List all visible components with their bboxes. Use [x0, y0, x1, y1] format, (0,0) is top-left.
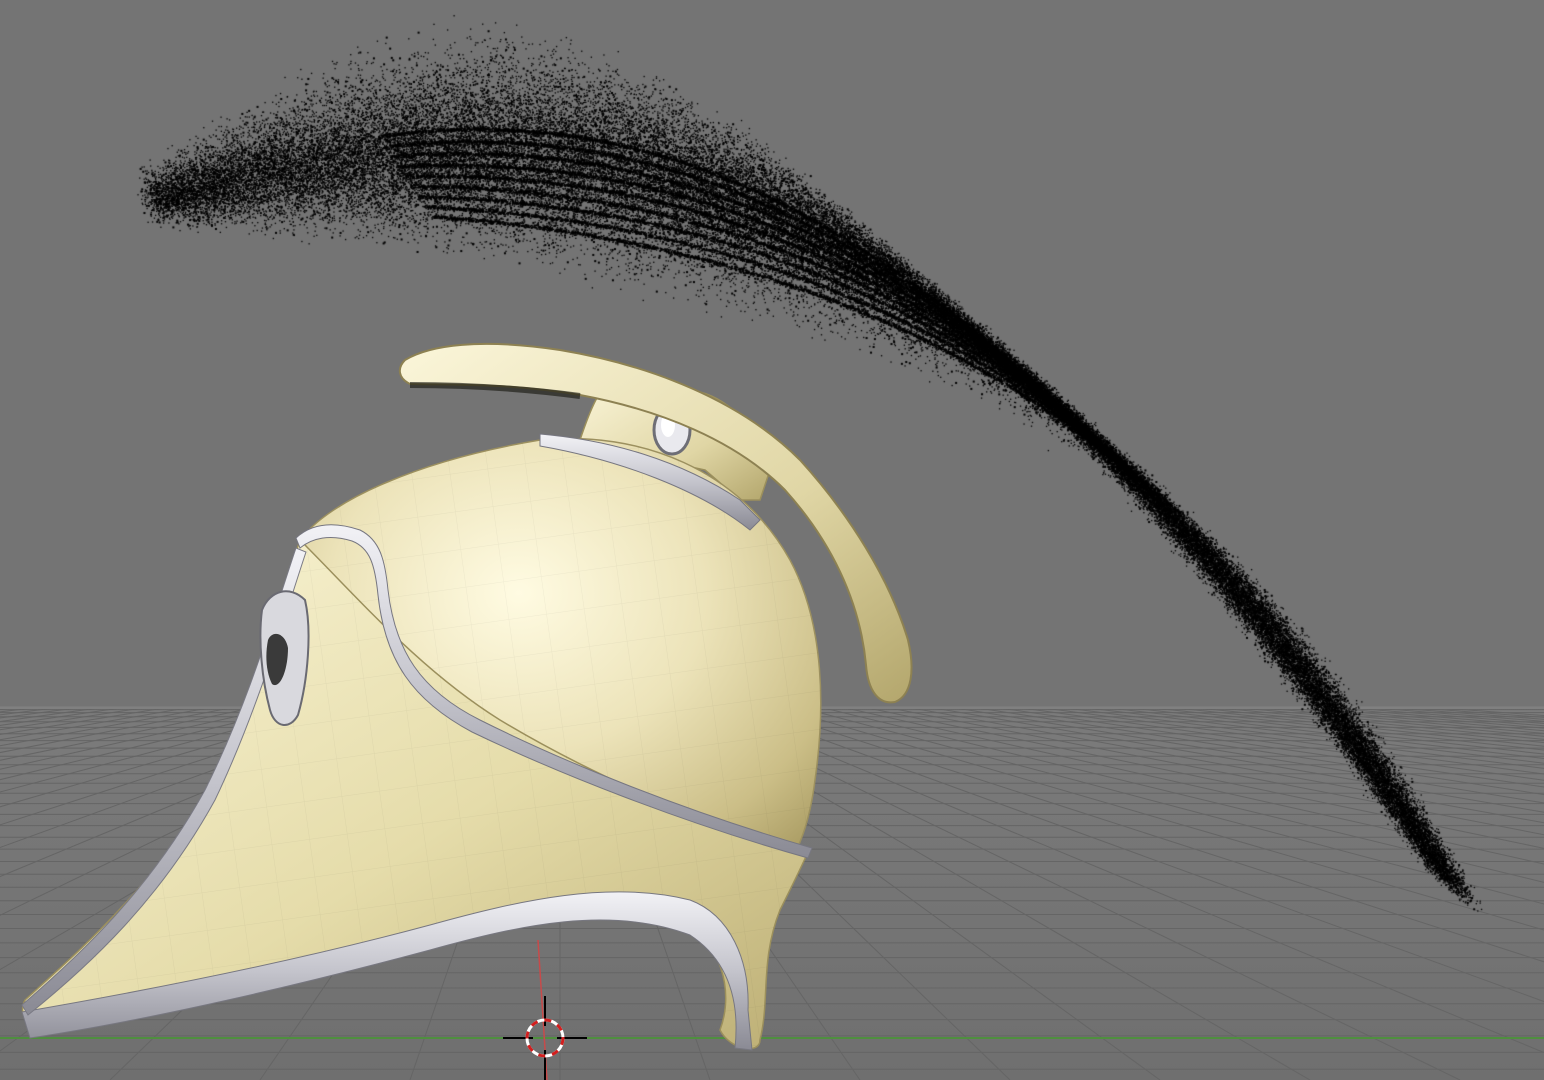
- 3d-viewport[interactable]: [0, 0, 1544, 1080]
- viewport-scene: [0, 342, 1544, 1080]
